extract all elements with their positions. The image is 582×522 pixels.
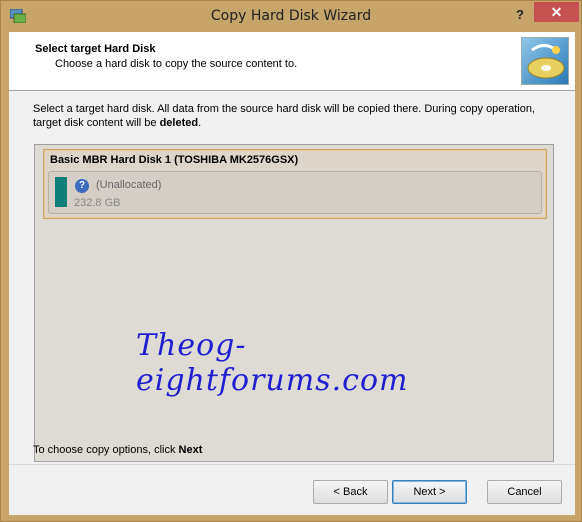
title-bar[interactable]: Copy Hard Disk Wizard ? ✕ bbox=[1, 1, 581, 32]
partition-color-bar bbox=[55, 177, 67, 207]
help-button[interactable]: ? bbox=[507, 4, 533, 26]
hint-text: To choose copy options, click Next bbox=[33, 444, 202, 456]
disk-name: Basic MBR Hard Disk 1 (TOSHIBA MK2576GSX… bbox=[50, 154, 299, 166]
wizard-header: Select target Hard Disk Choose a hard di… bbox=[9, 32, 575, 91]
back-button[interactable]: < Back bbox=[313, 480, 388, 504]
partition-label: (Unallocated) bbox=[96, 179, 162, 191]
watermark-text: Theog-eightforums.com bbox=[136, 328, 409, 398]
window-title: Copy Hard Disk Wizard bbox=[210, 8, 372, 24]
partition-block[interactable]: ? (Unallocated) 232.8 GB bbox=[48, 171, 542, 214]
instructions-text: Select a target hard disk. All data from… bbox=[33, 102, 553, 130]
instructions-end: . bbox=[198, 117, 202, 129]
wizard-window: Copy Hard Disk Wizard ? ✕ Select target … bbox=[0, 0, 582, 522]
page-subtitle: Choose a hard disk to copy the source co… bbox=[55, 58, 298, 70]
hint-main: To choose copy options, click bbox=[33, 444, 179, 456]
footer-divider bbox=[9, 464, 575, 465]
close-button[interactable]: ✕ bbox=[534, 2, 579, 22]
disk-list[interactable]: Basic MBR Hard Disk 1 (TOSHIBA MK2576GSX… bbox=[34, 144, 554, 462]
page-title: Select target Hard Disk bbox=[35, 43, 156, 55]
wizard-illustration-icon bbox=[521, 37, 569, 85]
next-button[interactable]: Next > bbox=[392, 480, 467, 504]
disk-item-selected[interactable]: Basic MBR Hard Disk 1 (TOSHIBA MK2576GSX… bbox=[43, 149, 547, 219]
cancel-button[interactable]: Cancel bbox=[487, 480, 562, 504]
instructions-emphasis: deleted bbox=[159, 117, 199, 129]
wizard-body: Select target Hard Disk Choose a hard di… bbox=[9, 32, 575, 515]
partition-size: 232.8 GB bbox=[74, 197, 121, 209]
hint-emphasis: Next bbox=[178, 444, 203, 456]
instructions-main: Select a target hard disk. All data from… bbox=[33, 103, 535, 129]
unknown-partition-icon: ? bbox=[75, 179, 89, 193]
